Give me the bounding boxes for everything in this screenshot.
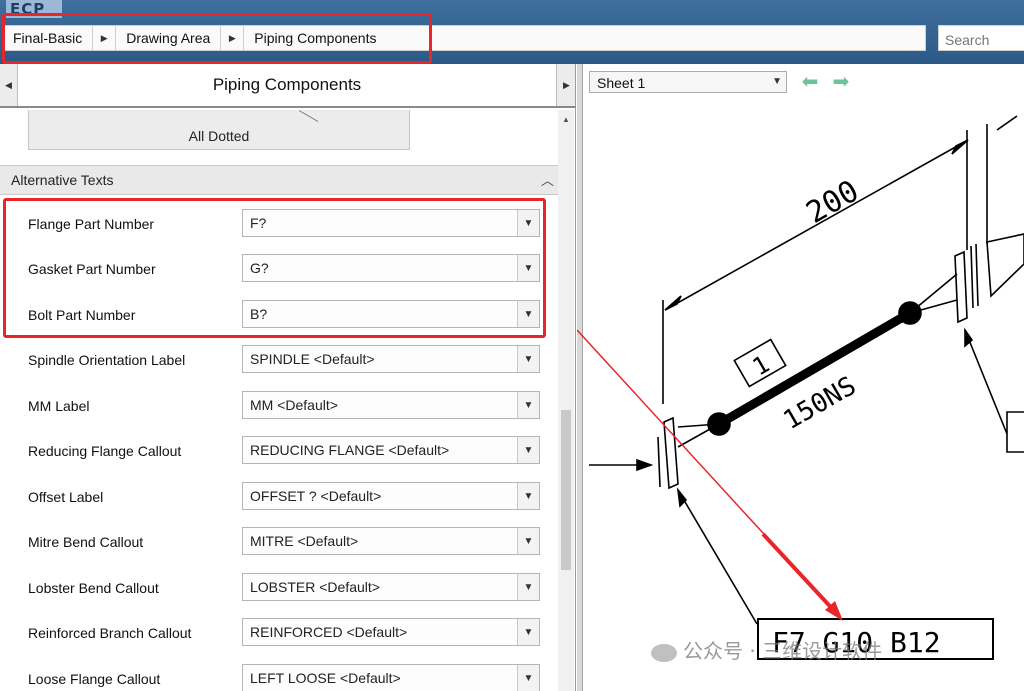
fitting-right	[986, 233, 1024, 298]
chevron-down-icon[interactable]: ▼	[517, 619, 539, 645]
item-number-text: 1	[748, 350, 775, 381]
row-reinforced-branch-callout: Reinforced Branch Callout REINFORCED <De…	[0, 618, 558, 648]
mm-label-dropdown[interactable]: MM <Default> ▼	[242, 391, 540, 419]
panel-title: Piping Components	[212, 75, 362, 94]
field-label: Gasket Part Number	[28, 261, 156, 277]
breadcrumb-item-final-basic[interactable]: Final-Basic	[5, 26, 92, 50]
chevron-right-icon[interactable]: ▶	[220, 26, 245, 50]
isometric-drawing: 200 150NS 1 F7 G10 B12	[577, 115, 1024, 660]
line-preview-icon	[298, 110, 319, 122]
scroll-up-icon[interactable]: ▲	[558, 110, 574, 128]
properties-panel: ◀ Piping Components ▶ All Dotted Alterna…	[0, 64, 576, 691]
chevron-down-icon[interactable]: ▼	[517, 528, 539, 554]
chevron-right-icon[interactable]: ▶	[556, 64, 575, 106]
loose-flange-dropdown[interactable]: LEFT LOOSE <Default> ▼	[242, 664, 540, 691]
field-label: MM Label	[28, 398, 90, 414]
watermark-text: 公众号 · 三维设计软件	[683, 639, 883, 663]
lobster-bend-dropdown[interactable]: LOBSTER <Default> ▼	[242, 573, 540, 601]
breadcrumb-item-drawing-area[interactable]: Drawing Area	[116, 26, 220, 50]
field-label: Spindle Orientation Label	[28, 352, 186, 368]
field-label: Loose Flange Callout	[28, 671, 161, 687]
bolt-part-number-dropdown[interactable]: B? ▼	[242, 300, 540, 328]
flange-right	[954, 250, 968, 324]
panel-header: ◀ Piping Components ▶	[0, 64, 575, 108]
offset-label-dropdown[interactable]: OFFSET ? <Default> ▼	[242, 482, 540, 510]
search-input[interactable]	[938, 25, 1024, 51]
dropdown-value: MM <Default>	[250, 397, 338, 413]
app-logo: ECP	[6, 0, 62, 18]
drawing-area[interactable]: Sheet 1 ▼ ⬅ ➡ 200 150NS 1 F7 G10 B12	[577, 64, 1024, 691]
dimension-text: 200	[801, 174, 865, 231]
scroll-thumb[interactable]	[561, 410, 571, 570]
vertical-scrollbar[interactable]: ▲	[558, 110, 574, 691]
spindle-orientation-dropdown[interactable]: SPINDLE <Default> ▼	[242, 345, 540, 373]
row-reducing-flange-callout: Reducing Flange Callout REDUCING FLANGE …	[0, 436, 558, 466]
gasket-part-number-dropdown[interactable]: G? ▼	[242, 254, 540, 282]
row-flange-part-number: Flange Part Number F? ▼	[0, 209, 558, 239]
leader-line	[677, 489, 758, 625]
row-mitre-bend-callout: Mitre Bend Callout MITRE <Default> ▼	[0, 527, 558, 557]
field-label: Offset Label	[28, 489, 104, 505]
field-label: Bolt Part Number	[28, 307, 136, 323]
wechat-icon	[651, 643, 677, 662]
chevron-down-icon[interactable]: ▼	[517, 301, 539, 327]
mitre-bend-dropdown[interactable]: MITRE <Default> ▼	[242, 527, 540, 555]
chevron-down-icon[interactable]: ▼	[517, 210, 539, 236]
chevron-down-icon[interactable]: ▼	[517, 392, 539, 418]
chevron-up-icon[interactable]: ︿	[541, 170, 554, 189]
row-spindle-orientation-label: Spindle Orientation Label SPINDLE <Defau…	[0, 345, 558, 375]
flange-part-number-dropdown[interactable]: F? ▼	[242, 209, 540, 237]
dropdown-value: F?	[250, 215, 267, 231]
field-label: Reinforced Branch Callout	[28, 625, 192, 641]
dropdown-value: OFFSET ? <Default>	[250, 488, 382, 504]
chevron-down-icon[interactable]: ▼	[517, 665, 539, 691]
breadcrumb: Final-Basic ▶ Drawing Area ▶ Piping Comp…	[4, 25, 926, 51]
dropdown-value: MITRE <Default>	[250, 533, 359, 549]
row-offset-label: Offset Label OFFSET ? <Default> ▼	[0, 482, 558, 512]
dropdown-value: G?	[250, 260, 269, 276]
row-gasket-part-number: Gasket Part Number G? ▼	[0, 254, 558, 284]
watermark: 公众号 · 三维设计软件	[651, 635, 882, 664]
chevron-down-icon[interactable]: ▼	[517, 483, 539, 509]
line-style-tile[interactable]: All Dotted	[28, 110, 410, 150]
leader-line	[964, 329, 1008, 435]
dropdown-value: LOBSTER <Default>	[250, 579, 380, 595]
row-loose-flange-callout: Loose Flange Callout LEFT LOOSE <Default…	[0, 664, 558, 691]
section-header-alternative-texts[interactable]: Alternative Texts ︿	[0, 165, 558, 195]
dropdown-value: REINFORCED <Default>	[250, 624, 408, 640]
field-label: Mitre Bend Callout	[28, 534, 144, 550]
breadcrumb-item-piping-components[interactable]: Piping Components	[244, 26, 386, 50]
dropdown-value: B?	[250, 306, 268, 322]
field-label: Flange Part Number	[28, 216, 155, 232]
dropdown-value: REDUCING FLANGE <Default>	[250, 442, 450, 458]
flange-left	[663, 416, 679, 490]
chevron-right-icon[interactable]: ▶	[92, 26, 117, 50]
tag-fragment	[1006, 411, 1024, 453]
reinforced-branch-dropdown[interactable]: REINFORCED <Default> ▼	[242, 618, 540, 646]
row-lobster-bend-callout: Lobster Bend Callout LOBSTER <Default> ▼	[0, 573, 558, 603]
dimension-line	[996, 115, 1018, 131]
chevron-down-icon[interactable]: ▼	[517, 574, 539, 600]
chevron-down-icon[interactable]: ▼	[517, 255, 539, 281]
chevron-down-icon[interactable]: ▼	[517, 346, 539, 372]
chevron-left-icon[interactable]: ◀	[0, 64, 18, 106]
tile-label: All Dotted	[188, 128, 250, 144]
reducing-flange-dropdown[interactable]: REDUCING FLANGE <Default> ▼	[242, 436, 540, 464]
dropdown-value: LEFT LOOSE <Default>	[250, 670, 401, 686]
dropdown-value: SPINDLE <Default>	[250, 351, 375, 367]
flow-arrowhead	[636, 458, 654, 472]
field-label: Reducing Flange Callout	[28, 443, 182, 459]
field-label: Lobster Bend Callout	[28, 580, 159, 596]
row-bolt-part-number: Bolt Part Number B? ▼	[0, 300, 558, 330]
row-mm-label: MM Label MM <Default> ▼	[0, 391, 558, 421]
section-title: Alternative Texts	[11, 172, 114, 188]
chevron-down-icon[interactable]: ▼	[517, 437, 539, 463]
